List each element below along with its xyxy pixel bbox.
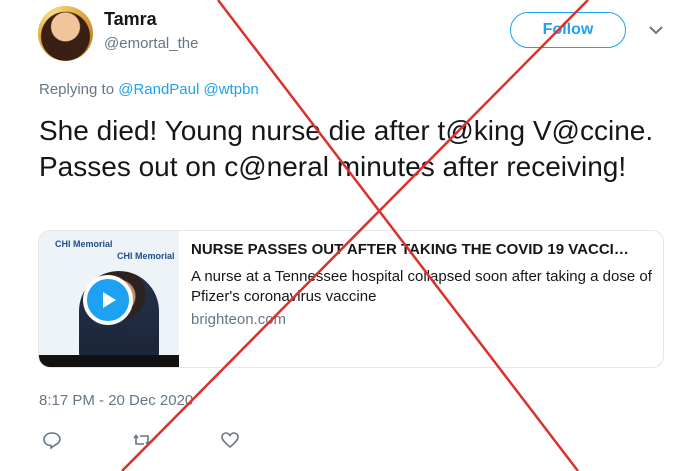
- card-thumbnail[interactable]: CHI Memorial CHI Memorial: [39, 231, 179, 367]
- thumbnail-logo-text: CHI Memorial: [55, 239, 113, 249]
- user-handle[interactable]: @emortal_the: [104, 35, 198, 52]
- retweet-icon[interactable]: [132, 430, 152, 450]
- display-name[interactable]: Tamra: [104, 9, 157, 30]
- card-body: NURSE PASSES OUT AFTER TAKING THE COVID …: [191, 241, 653, 328]
- video-controls-bar: [39, 355, 179, 367]
- thumbnail-logo-text: CHI Memorial: [117, 251, 175, 261]
- play-icon[interactable]: [83, 275, 133, 325]
- tweet-text: She died! Young nurse die after t@king V…: [39, 115, 654, 182]
- follow-button[interactable]: Follow: [510, 12, 626, 48]
- reply-prefix: Replying to: [39, 81, 115, 98]
- reply-context: Replying to @RandPaul @wtpbn: [39, 81, 259, 98]
- card-domain: brighteon.com: [191, 311, 287, 328]
- card-title[interactable]: NURSE PASSES OUT AFTER TAKING THE COVID …: [191, 241, 653, 258]
- reply-icon[interactable]: [42, 430, 62, 450]
- chevron-down-icon[interactable]: [648, 24, 664, 36]
- timestamp[interactable]: 8:17 PM - 20 Dec 2020: [39, 392, 193, 409]
- reply-mentions[interactable]: @RandPaul @wtpbn: [118, 81, 259, 98]
- card-description: A nurse at a Tennessee hospital collapse…: [191, 268, 652, 305]
- avatar[interactable]: [38, 6, 93, 61]
- like-icon[interactable]: [220, 430, 240, 450]
- link-card[interactable]: CHI Memorial CHI Memorial NURSE PASSES O…: [38, 230, 664, 368]
